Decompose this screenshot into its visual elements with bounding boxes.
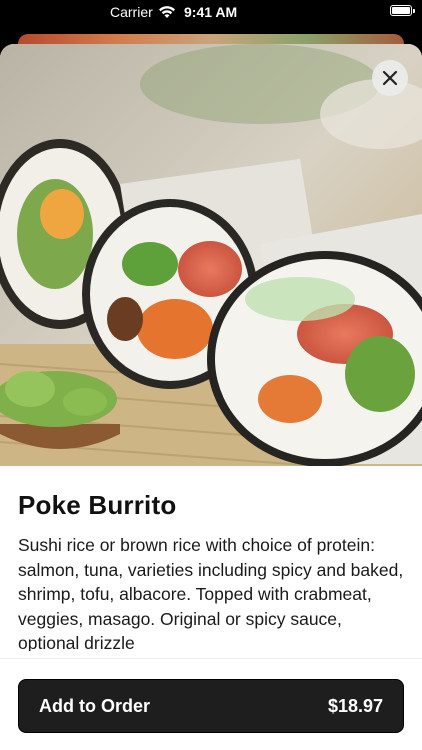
order-price: $18.97 xyxy=(327,695,383,716)
close-button[interactable] xyxy=(372,60,408,96)
wifi-icon xyxy=(159,6,175,18)
item-info: Poke Burrito Sushi rice or brown rice wi… xyxy=(18,490,404,651)
add-to-order-button[interactable]: Add to Order $18.97 xyxy=(18,679,404,733)
item-photo xyxy=(0,44,422,466)
clock: 9:41 AM xyxy=(184,4,238,20)
item-description: Sushi rice or brown rice with choice of … xyxy=(18,535,404,651)
status-bar: Carrier 9:41 AM xyxy=(0,0,422,24)
order-bar: Add to Order $18.97 xyxy=(0,658,422,750)
carrier-label: Carrier xyxy=(110,4,153,20)
item-detail-sheet: Poke Burrito Sushi rice or brown rice wi… xyxy=(0,44,422,750)
battery-icon xyxy=(390,5,415,16)
item-title: Poke Burrito xyxy=(18,490,177,520)
close-icon xyxy=(382,70,398,86)
add-to-order-label: Add to Order xyxy=(39,695,150,716)
